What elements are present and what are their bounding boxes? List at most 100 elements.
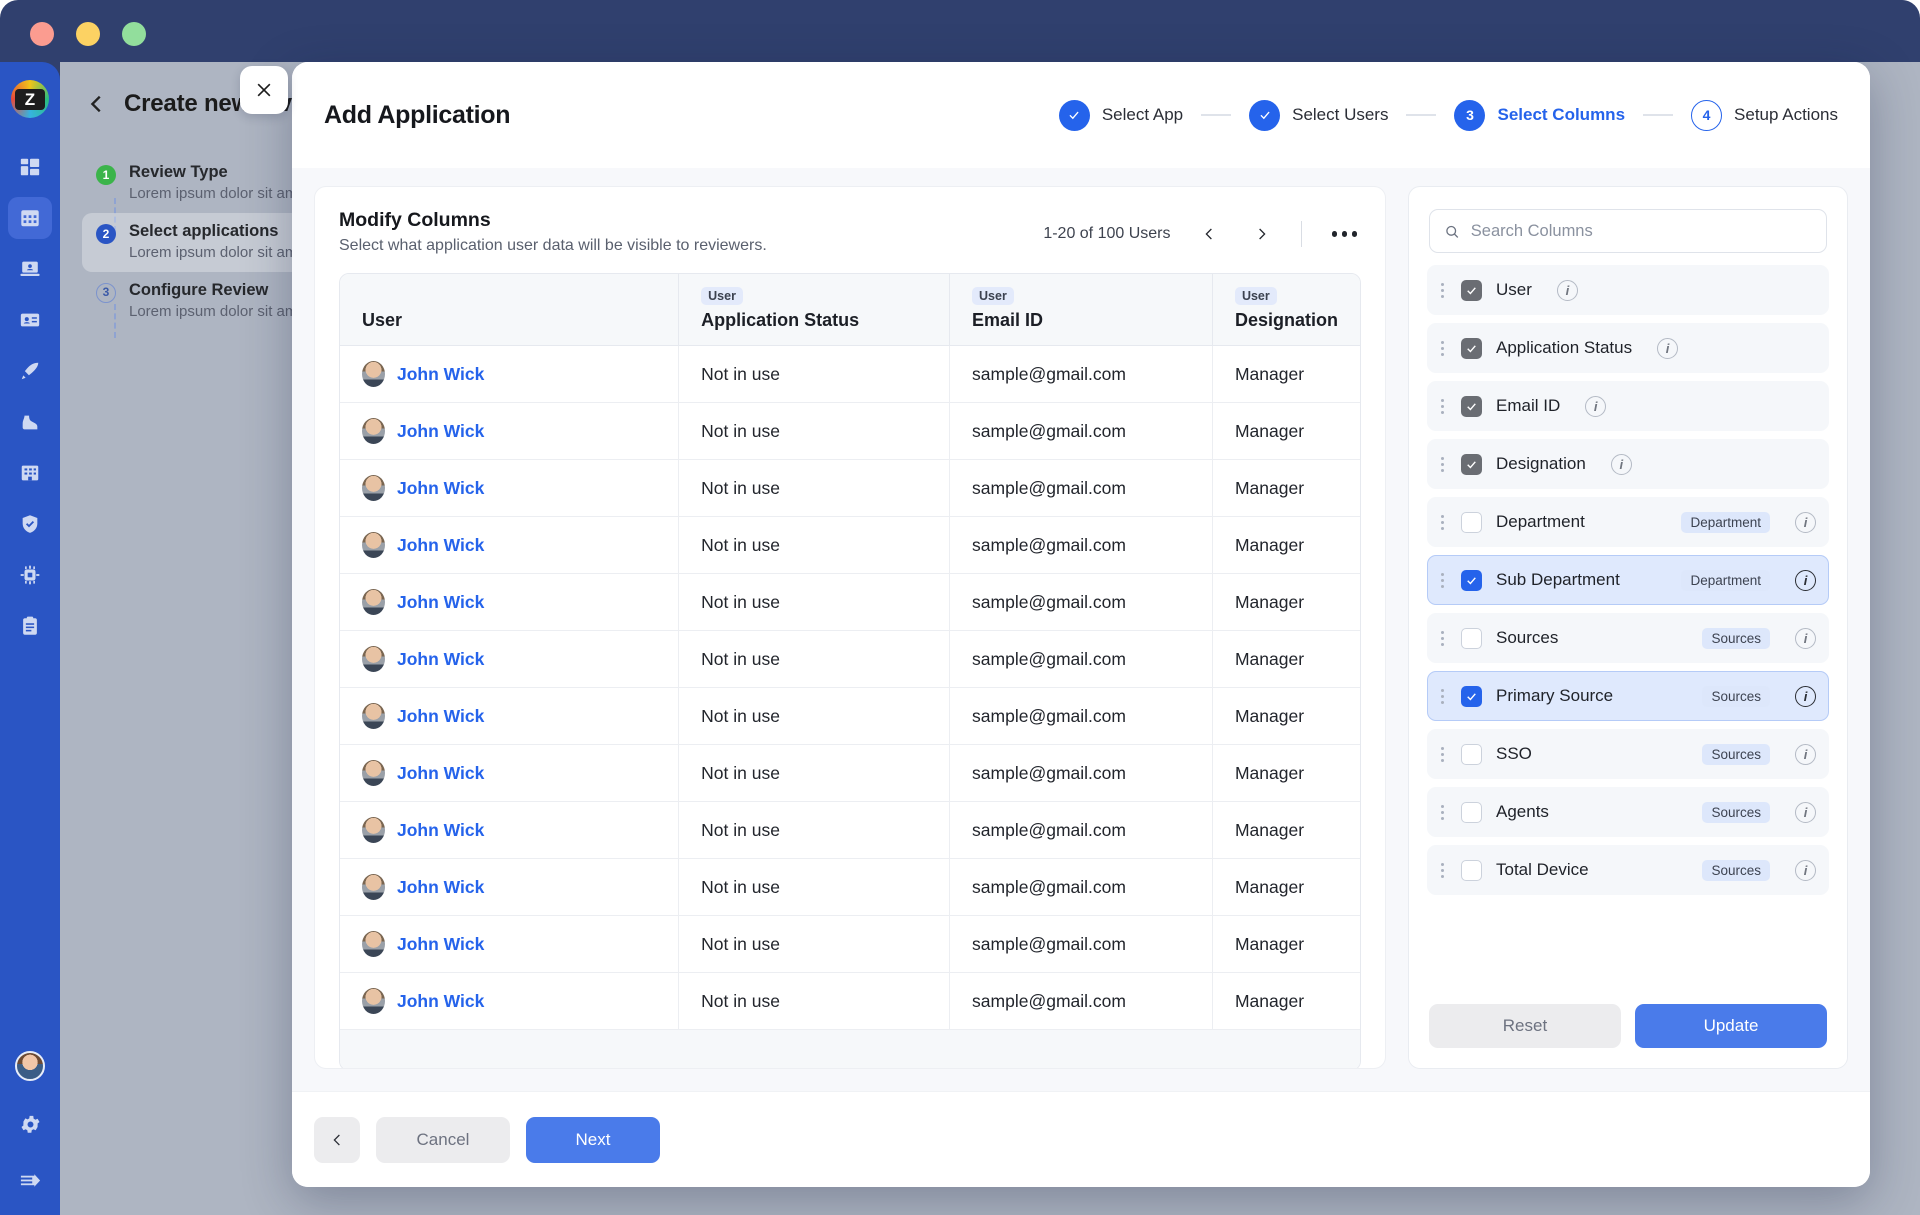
column-list-item[interactable]: Sub Department Department i [1427,555,1829,605]
column-checkbox[interactable] [1461,337,1482,359]
column-checkbox[interactable] [1461,279,1482,301]
user-name-link[interactable]: John Wick [397,535,484,556]
table-row[interactable]: John Wick Not in use sample@gmail.com Manag… [340,973,1360,1030]
column-list-item[interactable]: Agents Sources i [1427,787,1829,837]
user-name-link[interactable]: John Wick [397,592,484,613]
rail-user-avatar[interactable] [15,1051,45,1081]
drag-handle-icon[interactable] [1438,804,1447,820]
drag-handle-icon[interactable] [1438,572,1447,588]
table-row[interactable]: John Wick Not in use sample@gmail.com Manag… [340,916,1360,973]
stepper-item-select-app[interactable]: Select App [1058,99,1183,131]
table-row[interactable]: John Wick Not in use sample@gmail.com Manag… [340,631,1360,688]
info-icon[interactable]: i [1795,627,1816,649]
table-row[interactable]: John Wick Not in use sample@gmail.com Manag… [340,688,1360,745]
user-name-link[interactable]: John Wick [397,991,484,1012]
close-window-button[interactable] [30,22,54,46]
sidebar-item-dashboard[interactable] [8,146,52,188]
user-name-link[interactable]: John Wick [397,763,484,784]
sidebar-item-calendar[interactable] [8,197,52,239]
info-icon[interactable]: i [1585,395,1607,417]
info-icon[interactable]: i [1795,569,1816,591]
minimize-window-button[interactable] [76,22,100,46]
column-checkbox[interactable] [1461,627,1482,649]
collapse-sidebar-button[interactable] [8,1159,52,1201]
update-button[interactable]: Update [1635,1004,1827,1048]
column-list-item[interactable]: Designation i [1427,439,1829,489]
column-list-item[interactable]: SSO Sources i [1427,729,1829,779]
footer-back-button[interactable] [314,1116,360,1163]
next-page-button[interactable] [1249,221,1275,247]
user-name-link[interactable]: John Wick [397,364,484,385]
column-checkbox[interactable] [1461,743,1482,765]
close-modal-button[interactable] [240,66,288,114]
column-list-item[interactable]: User i [1427,265,1829,315]
info-icon[interactable]: i [1556,279,1578,301]
table-row[interactable]: John Wick Not in use sample@gmail.com Manag… [340,745,1360,802]
column-list-item[interactable]: Total Device Sources i [1427,845,1829,895]
column-list-item[interactable]: Application Status i [1427,323,1829,373]
search-input[interactable] [1470,221,1812,241]
info-icon[interactable]: i [1795,801,1816,823]
table-row[interactable]: John Wick Not in use sample@gmail.com Manag… [340,517,1360,574]
table-row[interactable]: John Wick Not in use sample@gmail.com Manag… [340,346,1360,403]
drag-handle-icon[interactable] [1438,340,1447,356]
stepper-item-select-users[interactable]: Select Users [1249,99,1388,131]
info-icon[interactable]: i [1657,337,1679,359]
drag-handle-icon[interactable] [1438,282,1447,298]
maximize-window-button[interactable] [122,22,146,46]
user-name-link[interactable]: John Wick [397,478,484,499]
sidebar-item-onboarding[interactable] [8,401,52,443]
user-name-link[interactable]: John Wick [397,934,484,955]
drag-handle-icon[interactable] [1438,456,1447,472]
stepper-item-setup-actions[interactable]: 4 Setup Actions [1691,99,1838,131]
column-checkbox[interactable] [1461,801,1482,823]
column-checkbox[interactable] [1461,685,1482,707]
drag-handle-icon[interactable] [1438,688,1447,704]
next-button[interactable]: Next [526,1116,660,1163]
drag-handle-icon[interactable] [1438,630,1447,646]
info-icon[interactable]: i [1610,453,1632,475]
more-options-button[interactable] [1328,231,1362,237]
table-row[interactable]: John Wick Not in use sample@gmail.com Manag… [340,802,1360,859]
user-name-link[interactable]: John Wick [397,706,484,727]
column-checkbox[interactable] [1461,859,1482,881]
columns-list[interactable]: User i Application Status i Email ID i Designa… [1409,265,1847,990]
cancel-button[interactable]: Cancel [376,1116,510,1163]
sidebar-item-organization[interactable] [8,452,52,494]
column-list-item[interactable]: Sources Sources i [1427,613,1829,663]
sidebar-item-devices[interactable] [8,248,52,290]
previous-page-button[interactable] [1197,221,1223,247]
stepper-item-select-columns[interactable]: 3 Select Columns [1454,99,1625,131]
column-header-email-id[interactable]: User Email ID [950,274,1213,346]
column-checkbox[interactable] [1461,453,1482,475]
info-icon[interactable]: i [1795,743,1816,765]
sidebar-item-security[interactable] [8,503,52,545]
sidebar-item-launch[interactable] [8,350,52,392]
reset-button[interactable]: Reset [1429,1004,1621,1048]
back-chevron-icon[interactable] [86,92,108,116]
user-name-link[interactable]: John Wick [397,820,484,841]
sidebar-item-licenses[interactable] [8,299,52,341]
settings-button[interactable] [8,1103,52,1145]
column-header-designation[interactable]: User Designation [1212,274,1360,346]
column-list-item[interactable]: Email ID i [1427,381,1829,431]
column-checkbox[interactable] [1461,511,1482,533]
column-header-application-status[interactable]: User Application Status [679,274,951,346]
user-name-link[interactable]: John Wick [397,649,484,670]
column-checkbox[interactable] [1461,569,1482,591]
column-header-user[interactable]: User [340,274,680,346]
drag-handle-icon[interactable] [1438,398,1447,414]
column-checkbox[interactable] [1461,395,1482,417]
sidebar-item-reviews[interactable] [8,605,52,647]
column-list-item[interactable]: Department Department i [1427,497,1829,547]
column-list-item[interactable]: Primary Source Sources i [1427,671,1829,721]
drag-handle-icon[interactable] [1438,514,1447,530]
table-row[interactable]: John Wick Not in use sample@gmail.com Manag… [340,859,1360,916]
drag-handle-icon[interactable] [1438,862,1447,878]
search-columns-field[interactable] [1429,209,1827,253]
app-logo[interactable]: Z [11,80,49,118]
sidebar-item-automation[interactable] [8,554,52,596]
table-row[interactable]: John Wick Not in use sample@gmail.com Manag… [340,574,1360,631]
info-icon[interactable]: i [1795,511,1816,533]
table-row[interactable]: John Wick Not in use sample@gmail.com Manag… [340,403,1360,460]
